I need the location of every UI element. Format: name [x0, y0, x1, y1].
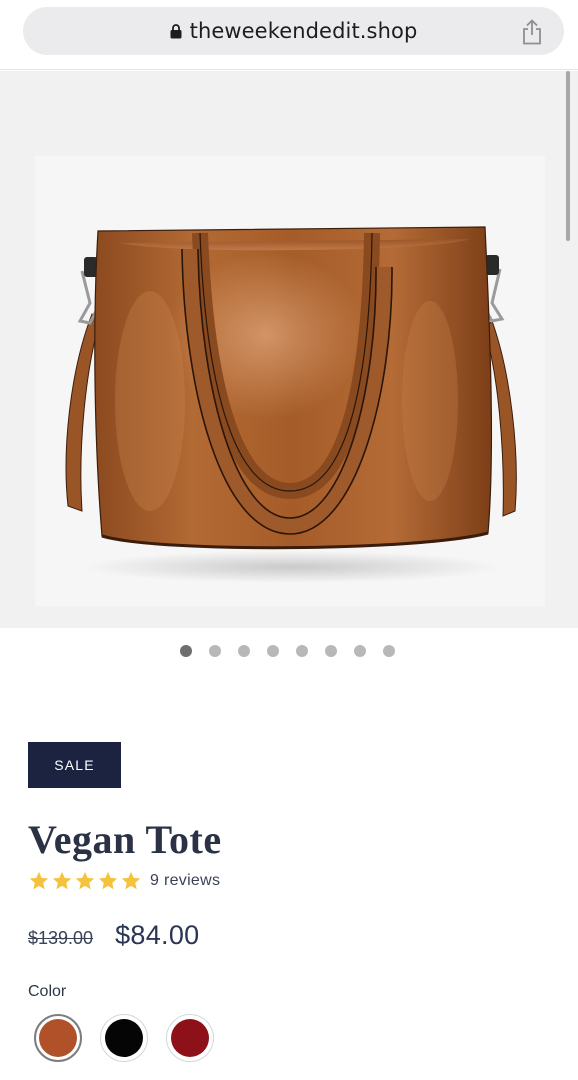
sale-badge: SALE — [28, 742, 121, 788]
color-swatch-brown[interactable] — [34, 1014, 82, 1062]
price-block: $139.00 $84.00 — [28, 920, 199, 951]
browser-address-bar: theweekendedit.shop — [0, 0, 578, 70]
url-field[interactable]: theweekendedit.shop — [23, 7, 564, 55]
carousel-dot[interactable] — [238, 645, 250, 657]
color-label: Color — [28, 983, 67, 1000]
url-text: theweekendedit.shop — [189, 19, 418, 43]
product-title: Vegan Tote — [28, 817, 222, 862]
carousel-dot[interactable] — [296, 645, 308, 657]
reviews-link[interactable]: 9 reviews — [150, 872, 220, 890]
star-icon — [98, 871, 118, 890]
share-icon[interactable] — [520, 19, 544, 45]
carousel-dots — [180, 645, 395, 659]
product-image-gallery[interactable] — [0, 71, 578, 628]
star-icon — [75, 871, 95, 890]
color-swatch-black[interactable] — [100, 1014, 148, 1062]
star-icon — [121, 871, 141, 890]
carousel-dot[interactable] — [383, 645, 395, 657]
sale-price: $84.00 — [115, 920, 200, 950]
color-swatch-red[interactable] — [166, 1014, 214, 1062]
star-rating — [28, 870, 142, 892]
color-swatches — [34, 1014, 214, 1062]
carousel-dot[interactable] — [354, 645, 366, 657]
carousel-dot[interactable] — [325, 645, 337, 657]
carousel-dot[interactable] — [209, 645, 221, 657]
carousel-dot[interactable] — [180, 645, 192, 657]
lock-icon — [170, 23, 182, 38]
swatch-fill — [105, 1019, 143, 1057]
original-price: $139.00 — [28, 928, 94, 948]
star-icon — [29, 871, 49, 890]
carousel-dot[interactable] — [267, 645, 279, 657]
product-rating[interactable]: 9 reviews — [28, 870, 220, 892]
star-icon — [52, 871, 72, 890]
swatch-fill — [171, 1019, 209, 1057]
swatch-fill — [39, 1019, 77, 1057]
product-image — [35, 156, 545, 606]
scroll-indicator[interactable] — [566, 71, 570, 241]
